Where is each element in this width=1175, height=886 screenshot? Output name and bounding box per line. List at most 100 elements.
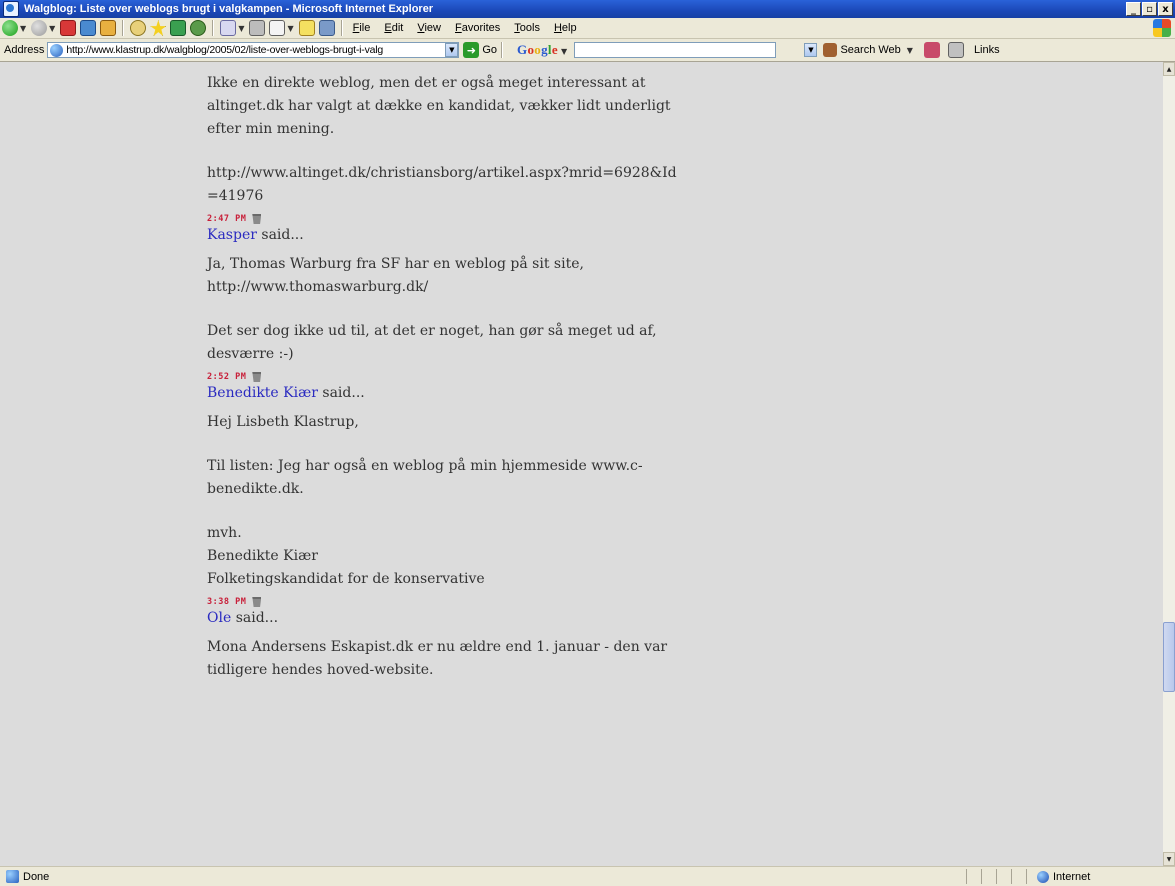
comment-paragraph: Hej Lisbeth Klastrup, xyxy=(207,414,359,430)
media-icon[interactable] xyxy=(170,20,187,36)
history-icon[interactable] xyxy=(190,20,207,36)
google-search-input[interactable] xyxy=(574,42,777,58)
menu-view[interactable]: View xyxy=(417,22,441,34)
page-status-icon xyxy=(6,870,19,883)
go-label: Go xyxy=(482,44,498,56)
links-label[interactable]: Links xyxy=(974,44,1000,56)
status-cell xyxy=(981,869,996,884)
status-bar: Done Internet xyxy=(0,866,1175,886)
minimize-button[interactable]: _ xyxy=(1126,2,1141,16)
forward-dropdown-icon[interactable]: ▼ xyxy=(49,24,55,33)
search-web-dropdown-icon[interactable]: ▼ xyxy=(907,46,913,55)
back-dropdown-icon[interactable]: ▼ xyxy=(20,24,26,33)
comment-paragraph: Benedikte Kiær xyxy=(207,548,318,564)
comment-ole: Ole said... Mona Andersens Eskapist.dk e… xyxy=(207,607,687,682)
home-icon[interactable] xyxy=(100,20,117,36)
comment-header: Kasper said... xyxy=(207,224,687,247)
maximize-button[interactable]: ▫ xyxy=(1142,2,1157,16)
address-url[interactable]: http://www.klastrup.dk/walgblog/2005/02/… xyxy=(66,44,445,56)
comment-time[interactable]: 3:38 PM xyxy=(207,597,246,607)
scroll-down-icon[interactable]: ▼ xyxy=(1163,852,1175,866)
favorites-icon[interactable] xyxy=(150,20,167,36)
search-icon[interactable] xyxy=(130,20,147,36)
forward-icon[interactable] xyxy=(31,20,48,36)
binoculars-icon xyxy=(823,43,838,57)
page-icon xyxy=(50,43,64,57)
status-cell xyxy=(966,869,981,884)
page-content: Ikke en direkte weblog, men det er også … xyxy=(0,62,1163,866)
toolbar-separator xyxy=(501,42,504,58)
menu-bar: File Edit View Favorites Tools Help xyxy=(353,22,577,34)
menu-edit[interactable]: Edit xyxy=(384,22,403,34)
vertical-scrollbar[interactable]: ▲ ▼ xyxy=(1163,62,1175,866)
print-icon[interactable] xyxy=(249,20,266,36)
comment-header: Benedikte Kiær said... xyxy=(207,382,687,405)
address-dropdown-icon[interactable]: ▼ xyxy=(445,43,459,57)
note-icon[interactable] xyxy=(298,20,315,36)
window-title: Walgblog: Liste over weblogs brugt i val… xyxy=(24,3,434,15)
address-bar: Address http://www.klastrup.dk/walgblog/… xyxy=(0,39,1175,62)
comment-paragraph: mvh. xyxy=(207,525,242,541)
edit-icon[interactable] xyxy=(269,20,286,36)
comment-paragraph: Det ser dog ikke ud til, at det er noget… xyxy=(207,323,657,362)
internet-explorer-icon xyxy=(3,1,19,17)
comment-paragraph: Folketingskandidat for de konservative xyxy=(207,571,485,587)
comment-paragraph: Mona Andersens Eskapist.dk er nu ældre e… xyxy=(207,639,668,678)
status-text: Done xyxy=(23,870,50,883)
toolbar-separator xyxy=(122,20,125,36)
internet-zone-icon xyxy=(1037,870,1049,883)
comment-benedikte: Benedikte Kiær said... Hej Lisbeth Klast… xyxy=(207,382,687,607)
comment-paragraph: Ja, Thomas Warburg fra SF har en weblog … xyxy=(207,256,584,295)
scroll-up-icon[interactable]: ▲ xyxy=(1163,62,1175,76)
stop-icon[interactable] xyxy=(60,20,77,36)
edit-dropdown-icon[interactable]: ▼ xyxy=(287,24,293,33)
discuss-icon[interactable] xyxy=(318,20,335,36)
comment-timestamp: 2:52 PM xyxy=(207,372,687,382)
commenter-name[interactable]: Benedikte Kiær xyxy=(207,385,318,401)
pagerank-icon[interactable] xyxy=(923,42,940,58)
trash-icon[interactable] xyxy=(252,372,262,382)
close-button[interactable]: x xyxy=(1158,2,1173,16)
zone-label: Internet xyxy=(1053,870,1091,883)
comment-kasper: Kasper said... Ja, Thomas Warburg fra SF… xyxy=(207,224,687,382)
menu-file[interactable]: File xyxy=(353,22,371,34)
trash-icon[interactable] xyxy=(252,214,262,224)
comment-timestamp: 3:38 PM xyxy=(207,597,687,607)
back-icon[interactable] xyxy=(2,20,18,36)
comments-column: Ikke en direkte weblog, men det er også … xyxy=(207,72,687,688)
menu-tools[interactable]: Tools xyxy=(514,22,540,34)
comment-header: Ole said... xyxy=(207,607,687,630)
mail-dropdown-icon[interactable]: ▼ xyxy=(238,24,244,33)
security-zone[interactable]: Internet xyxy=(1026,869,1175,884)
standard-toolbar: ▼ ▼ ▼ ▼ File Edit View Favorites Tools H… xyxy=(0,18,1175,39)
toolbar-separator xyxy=(340,20,343,36)
comment-time[interactable]: 2:47 PM xyxy=(207,214,246,224)
search-web-label: Search Web xyxy=(840,44,901,56)
go-arrow-icon: ➜ xyxy=(463,42,480,58)
popup-blocker-icon[interactable] xyxy=(947,42,964,58)
toolbar-separator xyxy=(212,20,215,36)
menu-favorites[interactable]: Favorites xyxy=(455,22,500,34)
address-field[interactable]: http://www.klastrup.dk/walgblog/2005/02/… xyxy=(47,42,460,58)
windows-logo-icon xyxy=(1153,19,1171,37)
comment-intro: Ikke en direkte weblog, men det er også … xyxy=(207,72,687,224)
go-button[interactable]: ➜ Go xyxy=(463,42,497,58)
commenter-name[interactable]: Kasper xyxy=(207,227,257,243)
google-toolbar-logo[interactable]: Google ▼ xyxy=(517,42,570,58)
trash-icon[interactable] xyxy=(252,597,262,607)
refresh-icon[interactable] xyxy=(80,20,97,36)
commenter-name[interactable]: Ole xyxy=(207,610,231,626)
google-search-dropdown-icon[interactable]: ▼ xyxy=(804,43,818,57)
comment-paragraph: Ikke en direkte weblog, men det er også … xyxy=(207,75,671,137)
comment-time[interactable]: 2:52 PM xyxy=(207,372,246,382)
scroll-thumb[interactable] xyxy=(1163,622,1175,692)
status-cell xyxy=(996,869,1011,884)
search-web-button[interactable]: Search Web ▼ xyxy=(823,43,915,57)
said-text: said... xyxy=(231,610,279,626)
window-title-bar[interactable]: Walgblog: Liste over weblogs brugt i val… xyxy=(0,0,1175,18)
comment-link[interactable]: http://www.altinget.dk/christiansborg/ar… xyxy=(207,162,687,208)
menu-help[interactable]: Help xyxy=(554,22,577,34)
mail-icon[interactable] xyxy=(220,20,237,36)
address-label: Address xyxy=(4,44,45,56)
status-cell xyxy=(1011,869,1026,884)
